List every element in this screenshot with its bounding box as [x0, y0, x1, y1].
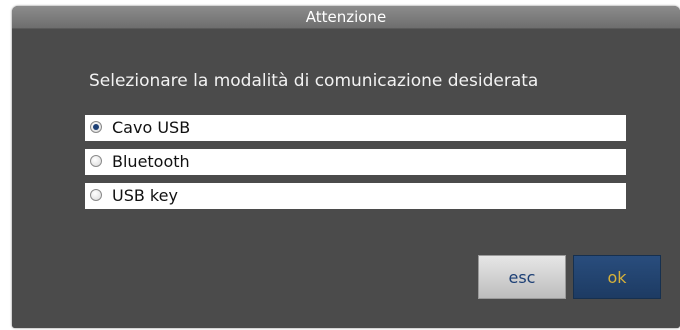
- option-bluetooth[interactable]: Bluetooth: [85, 149, 626, 175]
- radio-unselected-icon[interactable]: [90, 189, 102, 201]
- option-cavo-usb[interactable]: Cavo USB: [85, 115, 626, 141]
- dialog-prompt: Selezionare la modalità di comunicazione…: [89, 71, 539, 91]
- option-label: USB key: [112, 186, 178, 205]
- option-label: Bluetooth: [112, 152, 190, 171]
- dialog-title: Attenzione: [305, 8, 387, 26]
- esc-button[interactable]: esc: [478, 255, 566, 299]
- dialog-title-bar: Attenzione: [12, 6, 680, 29]
- radio-selected-icon[interactable]: [90, 121, 102, 133]
- ok-button[interactable]: ok: [573, 255, 661, 299]
- communication-options: Cavo USB Bluetooth USB key: [85, 115, 626, 217]
- option-label: Cavo USB: [112, 118, 191, 137]
- dialog-body: Selezionare la modalità di comunicazione…: [12, 29, 680, 328]
- radio-unselected-icon[interactable]: [90, 155, 102, 167]
- communication-mode-dialog: Attenzione Selezionare la modalità di co…: [12, 6, 680, 328]
- option-usb-key[interactable]: USB key: [85, 183, 626, 209]
